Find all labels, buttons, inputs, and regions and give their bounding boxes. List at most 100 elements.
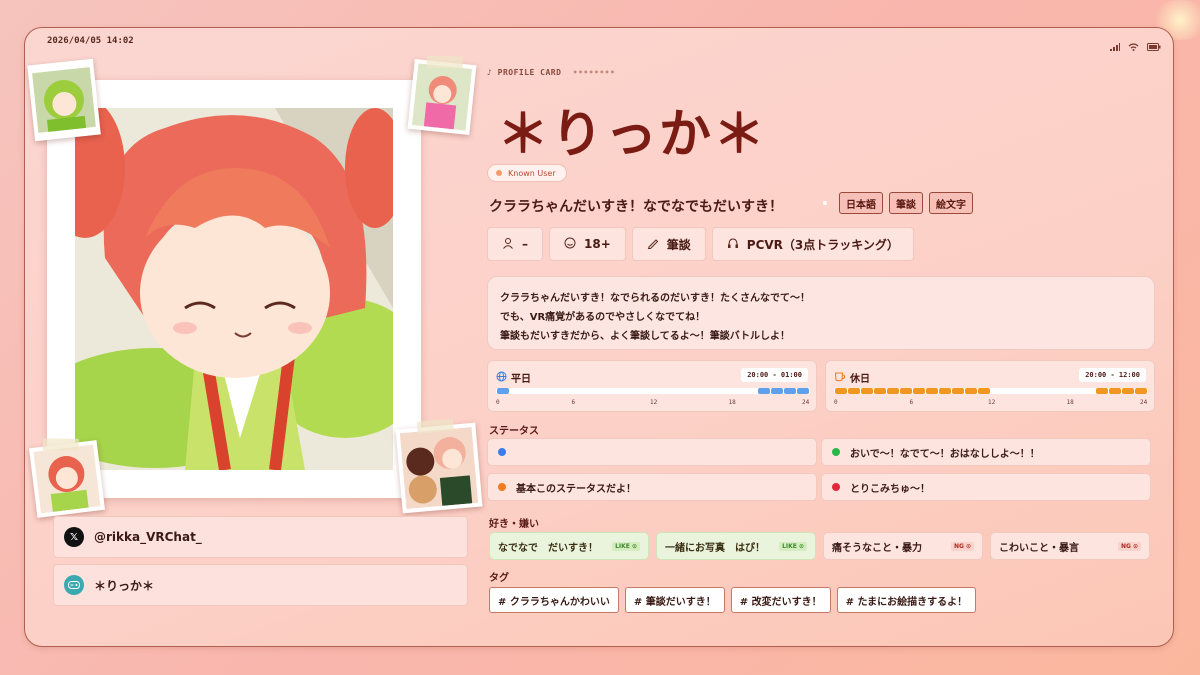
- schedule-hour-segment: [797, 388, 810, 394]
- language-badge: 筆談: [889, 192, 923, 214]
- avatar-photo[interactable]: [75, 108, 393, 470]
- schedule-tick-label: 12: [650, 399, 658, 406]
- schedule-hour-segment: [965, 388, 978, 394]
- schedule-bar: [834, 388, 1148, 394]
- schedule-hour-segment: [1122, 388, 1135, 394]
- bio-line: でも、VR痛覚があるのでやさしくなでてね！: [500, 312, 706, 323]
- schedule-hour-segment: [1096, 388, 1109, 394]
- vrchat-account-link[interactable]: ＊りっか＊: [53, 564, 468, 606]
- status-section-title: ステータス: [489, 426, 539, 437]
- schedule-tick-label: 18: [1066, 399, 1074, 406]
- music-note-icon: ♪: [487, 68, 498, 77]
- like-badge: LIKE ⊙: [779, 541, 807, 551]
- pronoun-chip: –: [487, 227, 543, 261]
- age-chip: 18+: [549, 227, 626, 261]
- ng-badge: NG ⊙: [950, 541, 974, 551]
- schedule-hour-segment: [886, 388, 899, 394]
- ng-badge: NG ⊙: [1117, 541, 1141, 551]
- known-user-badge: Known User: [487, 164, 567, 182]
- vrchat-name: ＊りっか＊: [94, 578, 155, 593]
- x-handle: @rikka_VRChat_: [94, 530, 202, 544]
- schedule-tick-label: 12: [988, 399, 996, 406]
- schedule-hour-segment: [1109, 388, 1122, 394]
- bio-line: 筆談もだいすきだから、よく筆談してるよ～！筆談バトルしよ！: [500, 331, 790, 342]
- schedule-hour-segment: [978, 388, 991, 394]
- dislike-item: 痛そうなこと・暴力 NG ⊙: [823, 532, 983, 560]
- bio-box: クララちゃんだいすき！なでられるのだいすき！たくさんなでて～！ でも、VR痛覚が…: [487, 276, 1155, 350]
- like-badge: LIKE ⊙: [612, 541, 640, 551]
- schedule-tick-label: 0: [834, 399, 838, 406]
- schedule-hour-segment: [771, 388, 784, 394]
- mini-photo-bottom-right[interactable]: [395, 418, 483, 514]
- status-dot: [832, 483, 840, 491]
- platform-chip: PCVR（3点トラッキング）: [711, 227, 914, 261]
- schedule-ticks: 0 6 12 18 24: [496, 399, 810, 409]
- x-logo-icon: 𝕏: [64, 527, 84, 547]
- pen-icon: [647, 237, 659, 252]
- likes-section-title: 好き・嫌い: [489, 519, 539, 530]
- schedule-hour-segment: [784, 388, 797, 394]
- schedule-ticks: 0 6 12 18 24: [834, 399, 1148, 409]
- meta-row: – 18+ 筆談 PCVR（3点トラッキング）: [487, 227, 914, 261]
- schedule-hour-segment: [873, 388, 886, 394]
- status-dot: [498, 483, 506, 491]
- status-dot: [832, 448, 840, 456]
- status-dot: [498, 448, 506, 456]
- mini-photo-bottom-left[interactable]: [28, 438, 106, 518]
- status-item: おいで～！なでて～！おはなししよ～！！: [821, 438, 1151, 466]
- schedule-weekday: 平日 20:00 - 01:00 0 6 12 18 24: [487, 360, 817, 412]
- schedule-hour-segment: [758, 388, 771, 394]
- schedule-tick-label: 6: [909, 399, 914, 406]
- language-badge: 絵文字: [929, 192, 973, 214]
- status-item: とりこみちゅ～！: [821, 473, 1151, 501]
- schedule-tick-label: 0: [496, 399, 500, 406]
- mini-photo-top-right[interactable]: [407, 55, 477, 136]
- schedule-hour-segment: [926, 388, 939, 394]
- mini-photo-top-left[interactable]: [27, 58, 101, 142]
- schedule-hour-segment: [899, 388, 912, 394]
- tag-chip[interactable]: # 改変だいすき！: [730, 587, 831, 613]
- x-account-link[interactable]: 𝕏 @rikka_VRChat_: [53, 516, 468, 558]
- status-item: [487, 438, 817, 466]
- section-label: ♪ PROFILE CARD ••••••••: [487, 68, 616, 77]
- schedule-hour-segment: [913, 388, 926, 394]
- headphones-icon: [727, 237, 739, 252]
- status-datetime: 2026/04/05 14:02: [47, 36, 134, 46]
- like-item: 一緒にお写真 はぴ！ LIKE ⊙: [656, 532, 816, 560]
- cup-icon: [834, 371, 846, 385]
- schedule-tick-label: 18: [728, 399, 736, 406]
- schedule-time: 20:00 - 01:00: [741, 368, 808, 382]
- schedule-hour-segment: [952, 388, 965, 394]
- person-icon: [502, 237, 514, 252]
- schedule-hour-segment: [939, 388, 952, 394]
- schedule-hour-segment: [1135, 388, 1148, 394]
- page-title: ＊りっか＊: [497, 105, 768, 165]
- tag-list: # クララちゃんかわいい # 筆談だいすき！ # 改変だいすき！ # たまにお絵…: [489, 587, 977, 613]
- status-item: 基本このステータスだよ！: [487, 473, 817, 501]
- communication-chip: 筆談: [631, 227, 706, 261]
- schedule-hour-segment: [834, 388, 847, 394]
- language-list: 日本語 筆談 絵文字: [823, 192, 973, 214]
- schedule-bar: [496, 388, 810, 394]
- bio-line: クララちゃんだいすき！なでられるのだいすき！たくさんなでて～！: [500, 293, 810, 304]
- globe-icon: [496, 371, 507, 385]
- schedule-tick-label: 24: [1140, 399, 1148, 406]
- tagline: クララちゃんだいすき！なでなでもだいすき！: [489, 199, 783, 215]
- gamepad-icon: [64, 575, 84, 595]
- avatar-photo-frame: [47, 80, 421, 498]
- schedule-tick-label: 24: [802, 399, 810, 406]
- tag-chip[interactable]: # たまにお絵描きするよ！: [836, 587, 977, 613]
- smile-icon: [564, 237, 576, 252]
- tag-chip[interactable]: # クララちゃんかわいい: [489, 587, 619, 613]
- schedule-hour-segment: [860, 388, 873, 394]
- schedule-holiday: 休日 20:00 - 12:00 0 6 12 18 24: [825, 360, 1155, 412]
- profile-card-frame: 2026/04/05 14:02 𝕏 @rikka_VRChat_ ＊りっか＊ …: [24, 27, 1174, 647]
- like-item: なでなで だいすき！ LIKE ⊙: [489, 532, 649, 560]
- schedule-hour-segment: [847, 388, 860, 394]
- profile-details: ♪ PROFILE CARD •••••••• ＊りっか＊ Known User…: [487, 28, 1155, 646]
- schedule-time: 20:00 - 12:00: [1079, 368, 1146, 382]
- schedule-tick-label: 6: [571, 399, 576, 406]
- schedule-hour-segment: [496, 388, 509, 394]
- tag-chip[interactable]: # 筆談だいすき！: [624, 587, 725, 613]
- tags-section-title: タグ: [489, 573, 509, 584]
